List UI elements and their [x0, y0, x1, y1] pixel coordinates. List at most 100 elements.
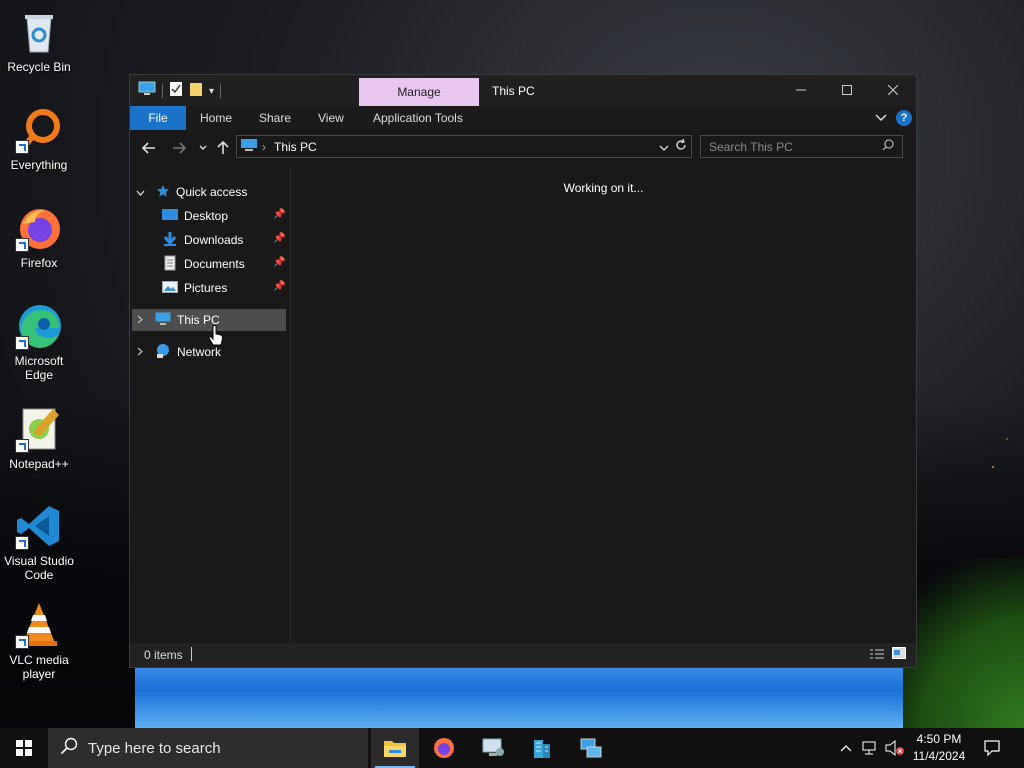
nav-item-desktop[interactable]: Desktop	[162, 205, 286, 227]
minimize-button[interactable]	[778, 75, 824, 105]
desktop-icon-label: Everything	[10, 158, 68, 172]
recent-locations-button[interactable]	[194, 139, 212, 157]
visual-studio-code-icon	[15, 502, 63, 550]
desktop-icon-notepadpp[interactable]: Notepad++	[0, 405, 78, 471]
back-button[interactable]	[140, 139, 158, 157]
tab-share[interactable]: Share	[259, 106, 291, 130]
expand-ribbon-chevron-icon[interactable]	[875, 106, 887, 130]
nav-item-documents[interactable]: Documents	[162, 253, 286, 275]
search-icon[interactable]	[882, 139, 894, 154]
windows-logo-icon	[16, 740, 32, 756]
pin-icon[interactable]: 📌	[273, 257, 285, 268]
pin-icon[interactable]: 📌	[273, 233, 285, 244]
taskbar-clock[interactable]: 4:50 PM 11/4/2024	[908, 731, 970, 765]
chevron-down-icon	[199, 145, 207, 150]
taskbar-app-network-computer[interactable]	[567, 728, 615, 768]
show-hidden-icons-button[interactable]	[836, 728, 856, 768]
pictures-folder-icon	[162, 280, 178, 297]
notification-icon	[984, 740, 1000, 756]
window-title: This PC	[492, 84, 535, 98]
shortcut-arrow-icon	[15, 140, 29, 154]
up-arrow-icon	[217, 141, 229, 154]
new-folder-icon[interactable]	[189, 81, 203, 102]
vlc-cone-icon	[15, 601, 63, 649]
customize-toolbar-icon[interactable]: ▾	[209, 86, 214, 97]
forward-button[interactable]	[170, 139, 188, 157]
tab-manage[interactable]: Manage	[359, 78, 479, 106]
nav-item-pictures[interactable]: Pictures	[162, 277, 286, 299]
maximize-button[interactable]	[824, 75, 870, 105]
notepad-plus-plus-icon	[15, 405, 63, 453]
desktop-icon-firefox[interactable]: Firefox	[0, 204, 78, 270]
desktop-icon-vscode[interactable]: Visual Studio Code	[0, 502, 78, 582]
tab-home[interactable]: Home	[200, 106, 232, 130]
tab-file[interactable]: File	[130, 106, 186, 130]
title-bar: ▾ Manage This PC	[130, 75, 916, 106]
address-dropdown-icon[interactable]	[659, 140, 669, 154]
nav-label: Pictures	[184, 281, 228, 295]
desktop-icon-label: Firefox	[20, 256, 58, 270]
close-icon	[888, 85, 898, 95]
action-center-button[interactable]	[978, 728, 1006, 768]
desktop-icon-label: Recycle Bin	[7, 60, 71, 74]
control-panel-icon	[482, 738, 504, 756]
taskbar-app-firefox[interactable]	[420, 728, 468, 768]
tab-application-tools[interactable]: Application Tools	[373, 106, 463, 130]
file-explorer-icon	[384, 741, 406, 757]
taskbar-app-file-explorer[interactable]	[371, 728, 419, 768]
address-bar[interactable]: › This PC	[236, 135, 692, 158]
desktop-icon-everything[interactable]: Everything	[0, 106, 78, 172]
large-icons-view-icon[interactable]	[892, 647, 906, 662]
toolbar-separator	[220, 84, 222, 98]
loading-message: Working on it...	[563, 181, 644, 195]
this-pc-icon	[155, 312, 171, 329]
tab-view[interactable]: View	[318, 106, 344, 130]
desktop-icon-label: VLC media player	[9, 653, 69, 681]
firefox-icon	[434, 738, 454, 758]
content-area[interactable]: Working on it...	[291, 165, 916, 643]
search-placeholder: Search This PC	[709, 139, 793, 154]
search-icon	[60, 737, 78, 759]
desktop-icon-recycle-bin[interactable]: Recycle Bin	[0, 8, 78, 74]
desktop-icon-edge[interactable]: Microsoft Edge	[0, 302, 78, 382]
pin-icon[interactable]: 📌	[273, 209, 285, 220]
nav-item-downloads[interactable]: Downloads	[162, 229, 286, 251]
details-view-icon[interactable]	[870, 648, 884, 663]
volume-button[interactable]	[884, 728, 906, 768]
desktop-icon-vlc[interactable]: VLC media player	[0, 601, 78, 681]
clock-time: 4:50 PM	[916, 732, 962, 746]
network-wired-icon	[862, 741, 876, 755]
refresh-icon[interactable]	[675, 138, 687, 154]
shortcut-arrow-icon	[15, 536, 29, 550]
everything-search-icon	[15, 106, 63, 154]
edge-icon	[15, 302, 63, 350]
shortcut-arrow-icon	[15, 439, 29, 453]
network-status-button[interactable]	[860, 728, 882, 768]
collapsed-chevron-icon[interactable]	[137, 313, 147, 327]
collapsed-chevron-icon[interactable]	[137, 345, 147, 359]
wallpaper-star	[992, 466, 994, 468]
navigation-bar: › This PC Search This PC	[130, 130, 916, 165]
toolbar-separator	[162, 84, 163, 98]
search-input[interactable]: Search This PC	[700, 135, 903, 158]
minimize-icon	[796, 89, 806, 91]
properties-icon[interactable]	[169, 81, 183, 102]
desktop-icon-label: Notepad++	[9, 457, 69, 471]
network-icon	[155, 343, 171, 362]
office-building-icon	[534, 740, 550, 758]
pin-icon[interactable]: 📌	[273, 281, 285, 292]
firefox-icon	[15, 204, 63, 252]
close-button[interactable]	[870, 75, 916, 105]
taskbar-search-box[interactable]: Type here to search	[48, 728, 368, 768]
star-icon	[156, 184, 170, 201]
breadcrumb-chevron-icon[interactable]: ›	[262, 140, 266, 154]
breadcrumb-this-pc[interactable]: This PC	[274, 140, 317, 154]
up-button[interactable]	[214, 139, 232, 157]
expanded-chevron-icon[interactable]	[136, 185, 146, 199]
nav-item-quick-access[interactable]: Quick access	[136, 181, 286, 203]
taskbar-app-buildings[interactable]	[518, 728, 566, 768]
help-icon[interactable]: ?	[896, 110, 912, 126]
taskbar-app-system-tool[interactable]	[469, 728, 517, 768]
nav-label: Downloads	[184, 233, 244, 247]
start-button[interactable]	[0, 728, 48, 768]
